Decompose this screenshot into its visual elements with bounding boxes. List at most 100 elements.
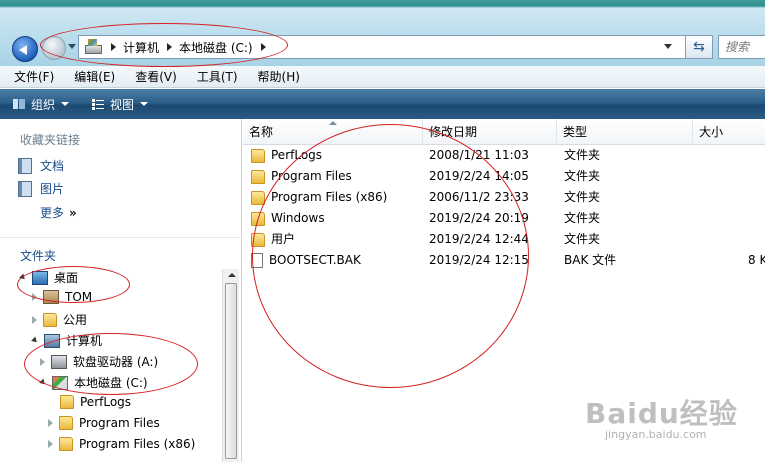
column-header-row: 名称 修改日期 类型 大小 [243, 119, 765, 145]
column-header-name[interactable]: 名称 [243, 119, 423, 145]
file-name: Program Files [271, 169, 352, 183]
tree-item-label: 计算机 [66, 334, 103, 348]
organize-label: 组织 [31, 97, 56, 112]
tree-item-desktop[interactable]: 桌面 [19, 269, 79, 286]
file-row[interactable]: Program Files 2019/2/24 14:05 文件夹 [243, 166, 765, 187]
tree-item-program-files-x86[interactable]: Program Files (x86) [48, 437, 195, 451]
folder-icon [251, 169, 265, 184]
tree-item-label: 公用 [63, 313, 88, 327]
file-date: 2006/11/2 23:33 [429, 190, 529, 204]
breadcrumb-chevron-icon[interactable] [260, 43, 266, 51]
column-header-size[interactable]: 大小 [693, 119, 765, 145]
favorite-link-documents[interactable]: 文档 [18, 157, 64, 174]
pictures-icon [18, 180, 32, 197]
file-row[interactable]: PerfLogs 2008/1/21 11:03 文件夹 [243, 145, 765, 166]
address-bar[interactable]: 计算机 本地磁盘 (C:) [78, 35, 686, 59]
back-button[interactable] [12, 36, 38, 62]
tree-item-label: PerfLogs [80, 395, 132, 409]
baidu-watermark: Baidu经验 jingyan.baidu.com [585, 392, 738, 441]
file-row[interactable]: Program Files (x86) 2006/11/2 23:33 文件夹 [243, 187, 765, 208]
collapsed-arrow-icon[interactable] [40, 357, 45, 366]
tree-item-tom[interactable]: TOM [32, 290, 92, 304]
expanded-arrow-icon[interactable] [19, 273, 27, 282]
column-header-type[interactable]: 类型 [557, 119, 693, 145]
tree-item-label: TOM [65, 290, 93, 304]
file-date: 2008/1/21 11:03 [429, 148, 529, 162]
computer-icon [85, 39, 103, 55]
refresh-button[interactable]: ⇆ [686, 35, 713, 59]
menu-help[interactable]: 帮助(H) [258, 68, 300, 85]
folder-icon [251, 148, 265, 163]
search-input[interactable]: 搜索 [718, 35, 765, 59]
favorite-link-label: 文档 [40, 159, 65, 173]
menu-tools[interactable]: 工具(T) [197, 68, 238, 85]
column-header-date[interactable]: 修改日期 [423, 119, 557, 145]
tree-item-program-files[interactable]: Program Files [48, 416, 160, 430]
breadcrumb-item[interactable]: 计算机 [123, 39, 159, 56]
folder-icon [251, 232, 265, 247]
organize-button[interactable]: 组织 [12, 96, 70, 113]
tree-item-label: 桌面 [54, 271, 79, 285]
file-name: Program Files (x86) [271, 190, 388, 204]
collapsed-arrow-icon[interactable] [48, 440, 53, 448]
folder-icon [59, 437, 73, 451]
recent-pages-dropdown[interactable] [68, 44, 76, 49]
favorite-link-label: 图片 [40, 182, 65, 196]
file-name: BOOTSECT.BAK [269, 253, 361, 267]
collapsed-arrow-icon[interactable] [32, 293, 37, 301]
folder-icon [251, 190, 265, 205]
folders-header[interactable]: 文件夹 [20, 247, 56, 264]
collapsed-arrow-icon[interactable] [48, 419, 53, 427]
folder-icon [60, 395, 74, 409]
folder-icon [43, 312, 57, 327]
tree-item-public[interactable]: 公用 [32, 311, 87, 328]
scrollbar-thumb[interactable] [225, 283, 237, 459]
computer-icon [44, 333, 60, 348]
file-type: 文件夹 [564, 169, 601, 183]
tree-item-computer[interactable]: 计算机 [31, 332, 103, 349]
tree-item-label: 本地磁盘 (C:) [74, 376, 148, 390]
breadcrumb-chevron-icon[interactable] [111, 43, 116, 51]
tree-item-label: 软盘驱动器 (A:) [73, 355, 159, 369]
tree-item-local-disk-c[interactable]: 本地磁盘 (C:) [39, 374, 148, 391]
address-history-dropdown[interactable] [664, 44, 672, 49]
tree-item-label: Program Files (x86) [79, 437, 196, 451]
file-row[interactable]: 用户 2019/2/24 12:44 文件夹 [243, 229, 765, 250]
watermark-logo-text: Baidu经验 [585, 397, 738, 430]
expanded-arrow-icon[interactable] [31, 336, 39, 345]
tree-item-perflogs[interactable]: PerfLogs [60, 395, 131, 409]
more-links[interactable]: 更多 » [40, 204, 77, 221]
command-toolbar: 组织 视图 [0, 89, 765, 119]
refresh-icon: ⇆ [693, 39, 705, 55]
menu-file[interactable]: 文件(F) [14, 68, 54, 85]
tree-item-floppy[interactable]: 软盘驱动器 (A:) [40, 353, 158, 370]
file-date: 2019/2/24 12:44 [429, 232, 529, 246]
floppy-drive-icon [51, 354, 67, 369]
file-name: Windows [271, 211, 325, 225]
file-type: BAK 文件 [564, 253, 617, 267]
address-bar-area: 计算机 本地磁盘 (C:) ⇆ 搜索 [0, 0, 765, 66]
breadcrumb-item[interactable]: 本地磁盘 (C:) [179, 39, 253, 56]
scroll-up-arrow-icon[interactable] [228, 273, 236, 277]
file-row[interactable]: BOOTSECT.BAK 2019/2/24 12:15 BAK 文件 8 K [243, 250, 765, 271]
menu-view[interactable]: 查看(V) [135, 68, 177, 85]
file-type: 文件夹 [564, 232, 601, 246]
collapsed-arrow-icon[interactable] [32, 315, 37, 324]
file-date: 2019/2/24 20:19 [429, 211, 529, 225]
expanded-arrow-icon[interactable] [39, 378, 47, 387]
file-row[interactable]: Windows 2019/2/24 20:19 文件夹 [243, 208, 765, 229]
folder-icon [59, 416, 73, 430]
navigation-pane: 收藏夹链接 文档 图片 更多 » 文件夹 桌面 TOM 公用 计算机 软盘驱动器… [0, 119, 242, 462]
organize-icon [13, 99, 25, 109]
nav-pane-scrollbar[interactable] [222, 269, 239, 462]
breadcrumb-chevron-icon[interactable] [167, 43, 173, 51]
file-name: PerfLogs [271, 148, 323, 162]
file-type: 文件夹 [564, 190, 601, 204]
tree-item-label: Program Files [79, 416, 160, 430]
views-button[interactable]: 视图 [91, 96, 149, 113]
forward-button[interactable] [42, 36, 66, 60]
menu-edit[interactable]: 编辑(E) [74, 68, 115, 85]
chevron-down-icon [61, 102, 70, 106]
favorite-link-pictures[interactable]: 图片 [18, 180, 64, 197]
file-date: 2019/2/24 14:05 [429, 169, 529, 183]
